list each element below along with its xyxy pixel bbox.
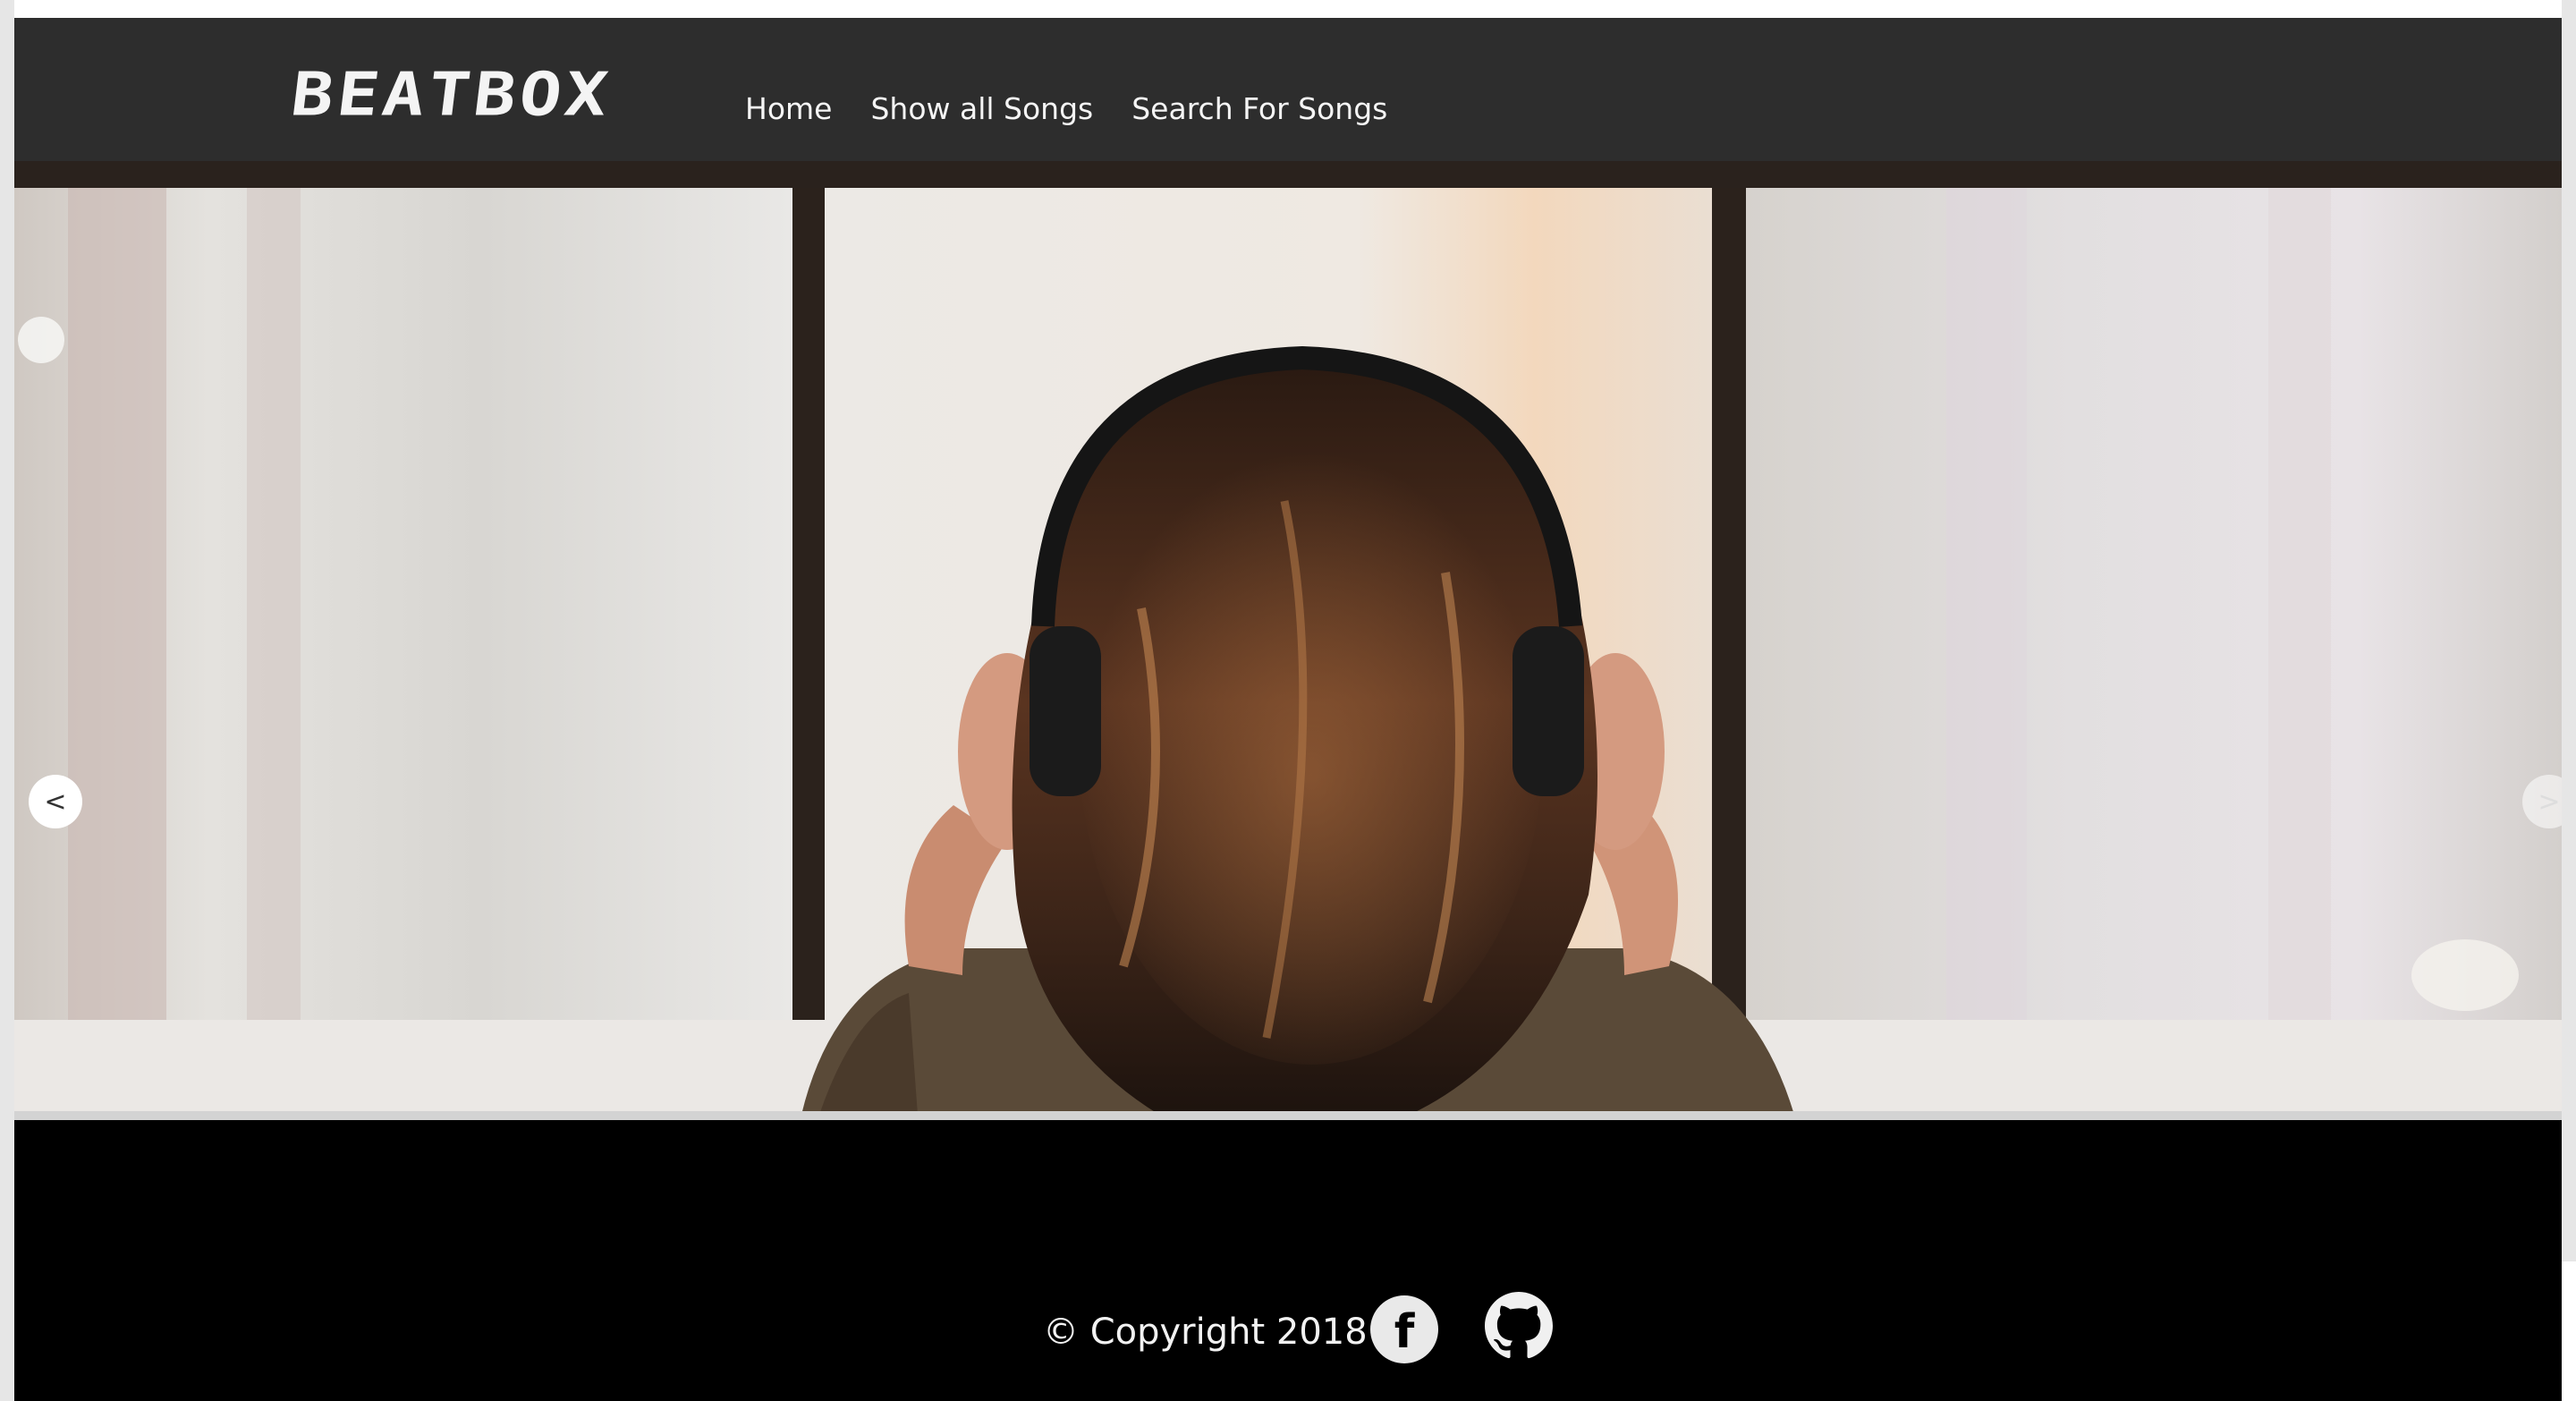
hero-divider: [14, 1111, 2562, 1120]
copyright-text: © Copyright 2018: [1043, 1312, 1368, 1353]
hero-image-woman-headphones: [14, 161, 2562, 1115]
hero-carousel: < >: [14, 161, 2562, 1115]
footer: [14, 1120, 2562, 1401]
facebook-icon[interactable]: f: [1370, 1295, 1438, 1363]
nav-search-songs-link[interactable]: Search For Songs: [1131, 91, 1387, 126]
carousel-prev-button[interactable]: <: [29, 775, 82, 828]
nav-home-link[interactable]: Home: [745, 91, 832, 126]
beatbox-logo[interactable]: BEATBOX: [287, 60, 614, 129]
nav-show-all-songs-link[interactable]: Show all Songs: [870, 91, 1093, 126]
navbar: BEATBOX Home Show all Songs Search For S…: [14, 18, 2562, 161]
github-mark-icon: [1485, 1292, 1553, 1359]
nav-links: Home Show all Songs Search For Songs: [745, 91, 1426, 126]
facebook-glyph: f: [1394, 1305, 1415, 1359]
page-edge: [2562, 1261, 2576, 1401]
github-icon[interactable]: [1485, 1292, 1553, 1360]
